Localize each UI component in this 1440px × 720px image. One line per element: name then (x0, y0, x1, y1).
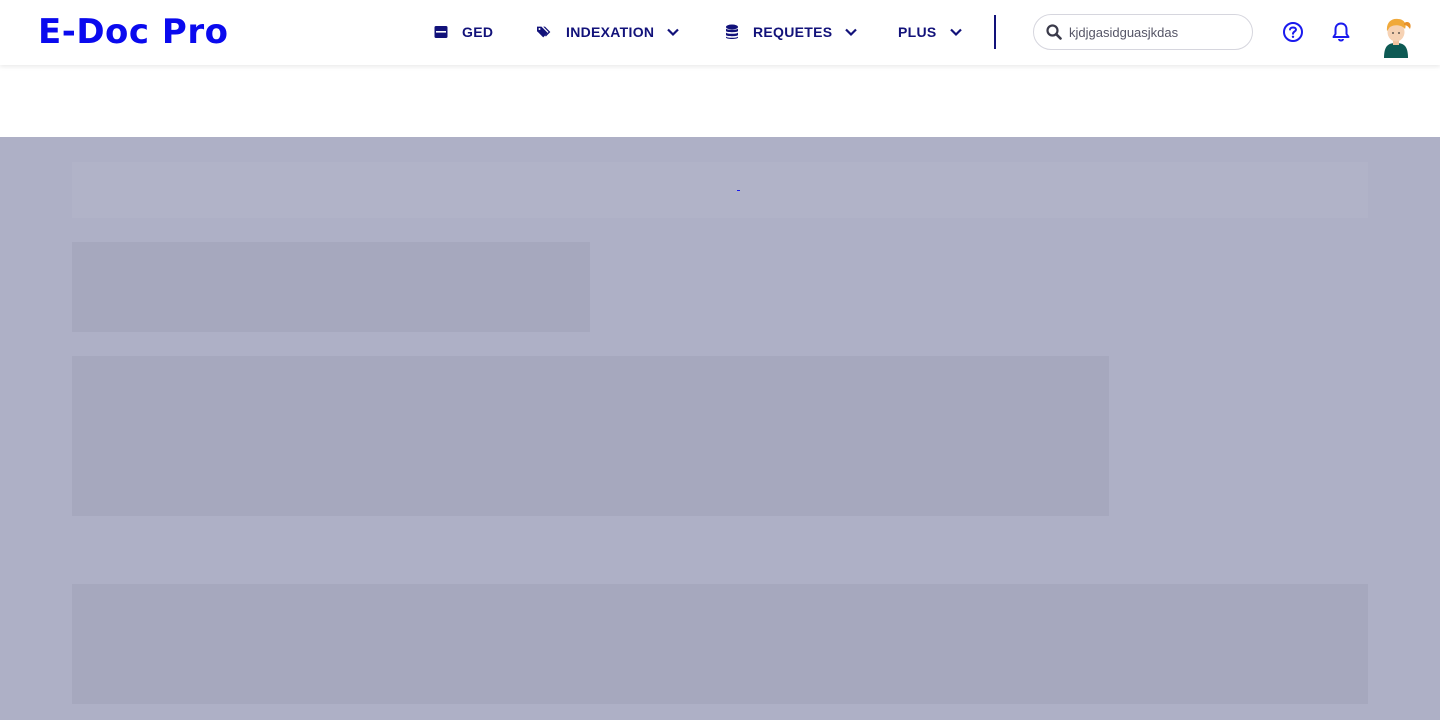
skeleton-block (72, 356, 1109, 516)
search-input[interactable] (1069, 20, 1239, 44)
skeleton-block (72, 242, 590, 332)
search-icon (1046, 24, 1062, 40)
nav-item-label: GED (462, 24, 494, 40)
question-circle-icon[interactable] (1282, 21, 1304, 43)
nav-item-label: REQUETES (753, 24, 833, 40)
nav-item-ged[interactable]: GED (433, 20, 493, 44)
user-avatar[interactable] (1378, 14, 1414, 58)
nav-item-label: INDEXATION (566, 24, 655, 40)
nav-item-label: PLUS (898, 24, 937, 40)
database-icon (724, 24, 740, 40)
progress-indicator (737, 190, 740, 191)
bell-icon[interactable] (1331, 21, 1351, 43)
subheader-area (0, 65, 1440, 137)
chevron-down-icon (844, 25, 858, 39)
nav-item-requetes[interactable]: REQUETES (724, 20, 858, 44)
archive-box-icon (433, 24, 449, 40)
loading-overlay (0, 137, 1440, 720)
tags-icon (537, 24, 553, 40)
nav-divider (994, 15, 996, 49)
skeleton-block (72, 584, 1368, 704)
top-navbar: E-Doc Pro GED INDEXATION REQUETES PLUS (0, 0, 1440, 65)
nav-item-plus[interactable]: PLUS (898, 20, 963, 44)
chevron-down-icon (949, 25, 963, 39)
search-box[interactable] (1033, 14, 1253, 50)
chevron-down-icon (666, 25, 680, 39)
nav-item-indexation[interactable]: INDEXATION (537, 20, 680, 44)
skeleton-banner (72, 162, 1368, 218)
app-logo[interactable]: E-Doc Pro (38, 12, 228, 52)
